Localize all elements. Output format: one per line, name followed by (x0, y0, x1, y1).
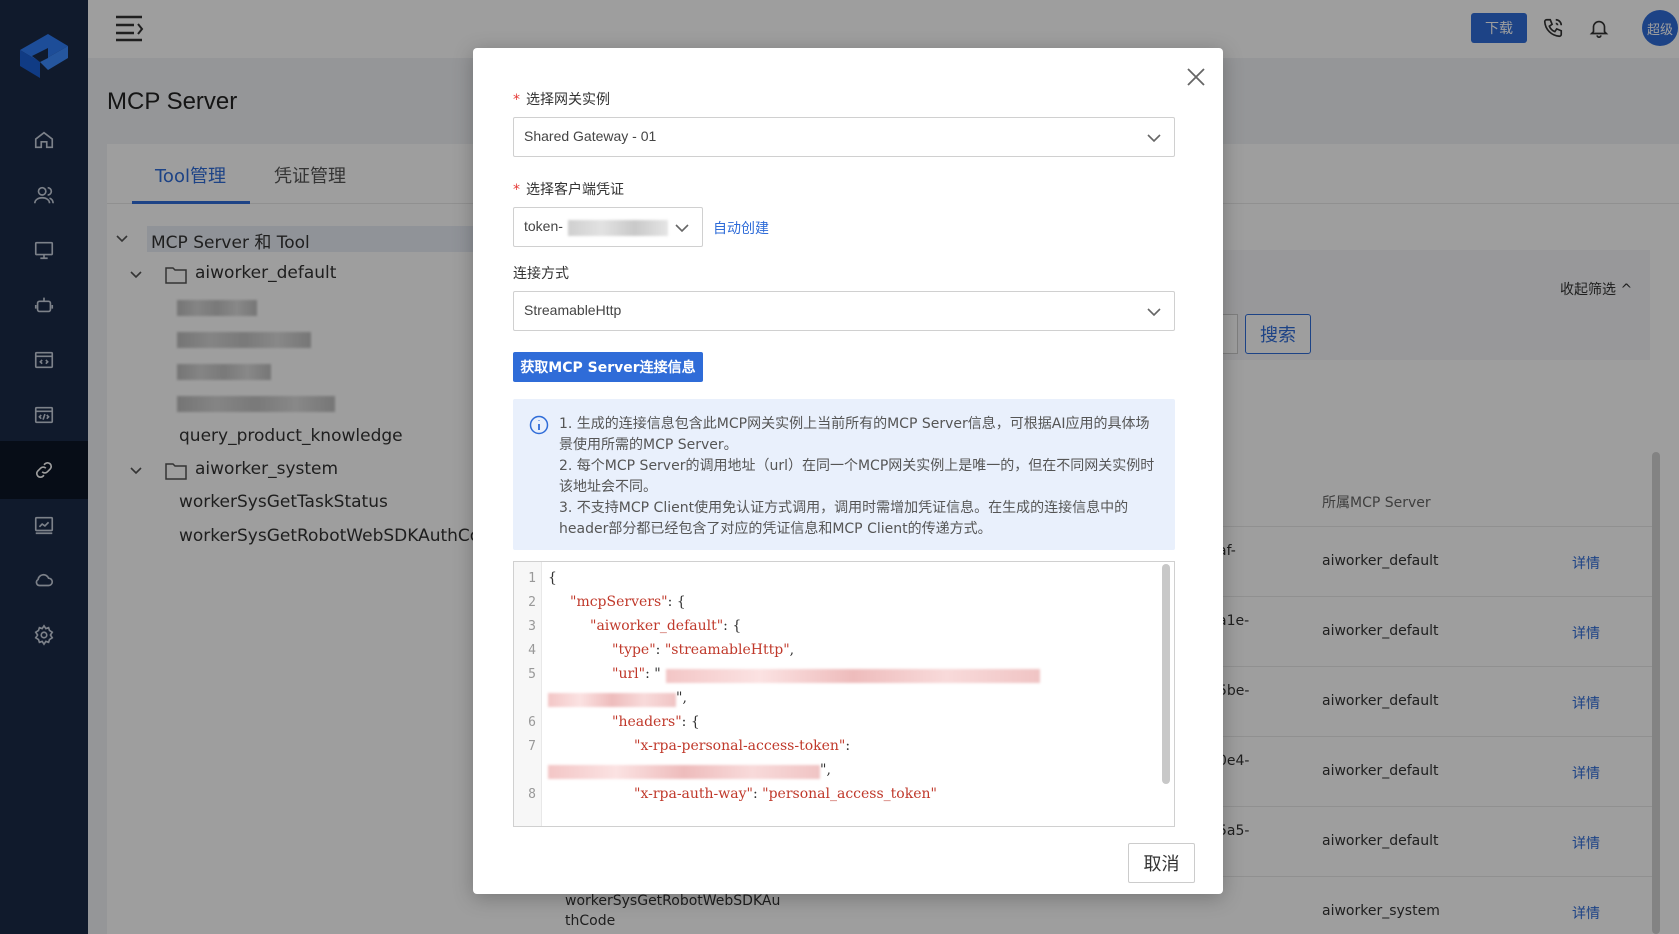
code-key: "headers" (612, 714, 682, 730)
connection-json-editor[interactable]: 1 2 3 4 5 6 7 8 { "mcpServers": { "aiwor… (513, 561, 1175, 827)
code-line: ", (676, 690, 687, 706)
fetch-connection-info-button[interactable]: 获取MCP Server连接信息 (513, 352, 703, 382)
auto-create-link[interactable]: 自动创建 (713, 218, 769, 238)
credential-select[interactable]: token- (513, 207, 703, 247)
code-line: "x-rpa-auth-way": "personal_access_token… (634, 786, 937, 802)
cancel-button[interactable]: 取消 (1128, 843, 1195, 883)
redacted-url (666, 669, 1040, 683)
chevron-down-icon (1147, 134, 1161, 143)
chevron-down-icon (675, 224, 689, 233)
gateway-select[interactable]: Shared Gateway - 01 (513, 117, 1175, 157)
connection-method-label: 连接方式 (513, 266, 569, 282)
line-number: 6 (528, 715, 536, 730)
close-icon[interactable] (1185, 66, 1207, 88)
code-key: "x-rpa-personal-access-token" (634, 738, 846, 754)
info-line: 2. 每个MCP Server的调用地址（url）在同一个MCP网关实例上是唯一… (559, 458, 1155, 495)
line-number: 7 (528, 739, 536, 754)
code-line: "type": "streamableHttp", (612, 642, 795, 658)
gateway-label-text: 选择网关实例 (526, 92, 610, 108)
code-line: "x-rpa-personal-access-token": (634, 738, 851, 754)
code-value: "personal_access_token" (762, 786, 937, 802)
code-line: "aiworker_default": { (590, 618, 742, 634)
code-key: "mcpServers" (570, 594, 668, 610)
info-notice: 1. 生成的连接信息包含此MCP网关实例上当前所有的MCP Server信息，可… (513, 399, 1175, 550)
connection-info-dialog: * 选择网关实例 Shared Gateway - 01 * 选择客户端凭证 tok… (473, 48, 1223, 894)
code-value: "streamableHttp" (664, 642, 790, 658)
code-line: "mcpServers": { (570, 594, 686, 610)
credential-select-value: token- (524, 218, 563, 234)
redacted-token (568, 220, 668, 236)
gateway-select-value: Shared Gateway - 01 (524, 128, 657, 144)
info-text: 1. 生成的连接信息包含此MCP网关实例上当前所有的MCP Server信息，可… (559, 414, 1159, 540)
credential-label-text: 选择客户端凭证 (526, 182, 624, 198)
line-number: 1 (528, 571, 536, 586)
required-marker: * (513, 92, 520, 108)
credential-label: * 选择客户端凭证 (513, 179, 624, 199)
line-number: 5 (528, 667, 536, 682)
info-line: 1. 生成的连接信息包含此MCP网关实例上当前所有的MCP Server信息，可… (559, 416, 1150, 453)
connection-method-select[interactable]: StreamableHttp (513, 291, 1175, 331)
connection-method-value: StreamableHttp (524, 302, 622, 318)
code-key: "aiworker_default" (590, 618, 724, 634)
gateway-label: * 选择网关实例 (513, 89, 610, 109)
info-icon (529, 415, 549, 435)
chevron-down-icon (1147, 308, 1161, 317)
code-line: { (548, 570, 557, 586)
code-line: "headers": { (612, 714, 700, 730)
line-number-gutter: 1 2 3 4 5 6 7 8 (514, 562, 542, 826)
redacted-token (548, 765, 820, 779)
info-line: 3. 不支持MCP Client使用免认证方式调用，调用时需增加凭证信息。在生成… (559, 500, 1129, 537)
line-number: 3 (528, 619, 536, 634)
line-number: 8 (528, 787, 536, 802)
editor-scrollbar[interactable] (1162, 564, 1170, 784)
code-line: "url": " (612, 666, 661, 682)
code-line: ", (820, 762, 831, 778)
line-number: 4 (528, 643, 536, 658)
redacted-url (548, 693, 676, 707)
code-key: "type" (612, 642, 656, 658)
line-number: 2 (528, 595, 536, 610)
code-key: "x-rpa-auth-way" (634, 786, 753, 802)
required-marker: * (513, 182, 520, 198)
code-key: "url" (612, 666, 646, 682)
